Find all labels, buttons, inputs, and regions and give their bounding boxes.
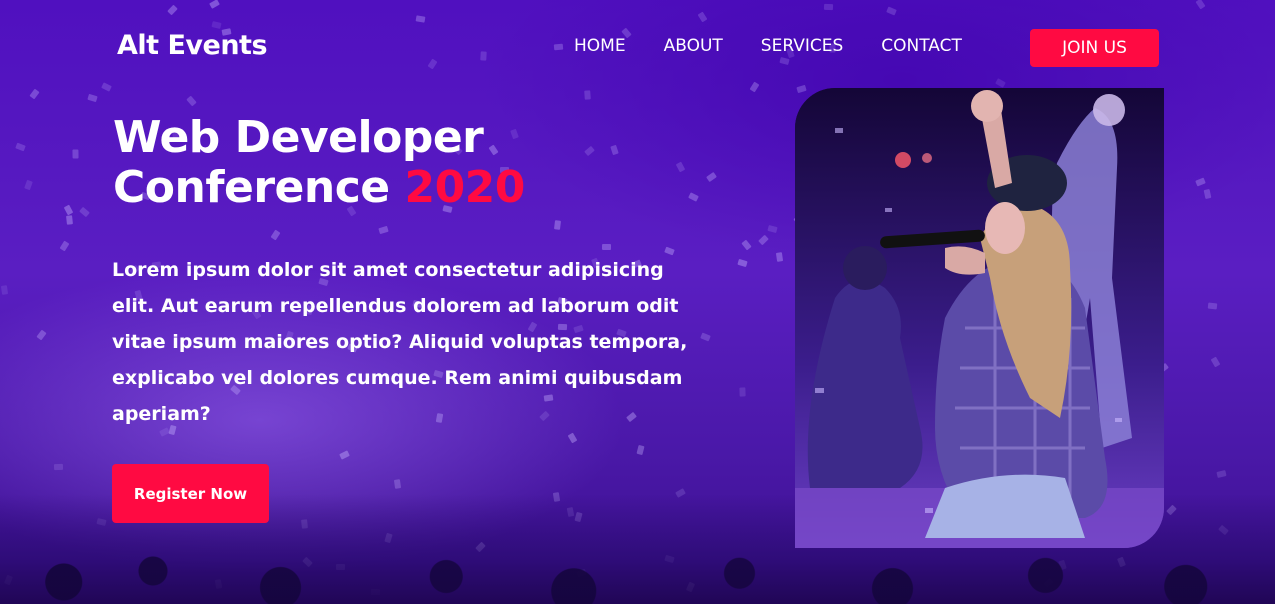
confetti-piece — [688, 192, 699, 202]
join-us-button[interactable]: JOIN US — [1030, 29, 1159, 67]
nav-link-contact[interactable]: CONTACT — [881, 36, 962, 56]
singer-photo — [795, 88, 1164, 548]
site-logo[interactable]: Alt Events — [117, 30, 268, 61]
confetti-piece — [36, 329, 47, 341]
confetti-piece — [24, 179, 33, 191]
nav-link-about[interactable]: ABOUT — [664, 36, 723, 56]
confetti-piece — [1207, 302, 1218, 310]
confetti-piece — [15, 142, 26, 152]
hero-title: Web Developer Conference 2020 — [113, 113, 633, 213]
confetti-piece — [53, 463, 64, 471]
navbar: Alt Events HOME ABOUT SERVICES CONTACT J… — [0, 0, 1275, 92]
confetti-piece — [775, 252, 784, 262]
confetti-piece — [675, 161, 686, 173]
confetti-piece — [339, 450, 350, 460]
confetti-piece — [741, 239, 752, 251]
confetti-piece — [66, 215, 73, 225]
confetti-piece — [59, 240, 70, 252]
confetti-piece — [1195, 177, 1206, 187]
confetti-piece — [636, 444, 645, 456]
confetti-piece — [1210, 356, 1221, 368]
confetti-piece — [767, 224, 778, 234]
hero-title-line1: Web Developer — [113, 112, 484, 163]
confetti-piece — [1216, 470, 1227, 478]
confetti-piece — [63, 204, 74, 216]
confetti-piece — [393, 479, 402, 489]
nav-links: HOME ABOUT SERVICES CONTACT — [574, 36, 1000, 56]
singer-photo-illustration — [795, 88, 1164, 548]
confetti-piece — [567, 432, 578, 444]
confetti-piece — [79, 206, 90, 218]
confetti-piece — [0, 285, 9, 295]
hero-title-year: 2020 — [404, 162, 525, 213]
hero-title-line2: Conference — [113, 162, 390, 213]
confetti-piece — [739, 387, 746, 397]
confetti-piece — [378, 225, 389, 235]
confetti-piece — [553, 220, 562, 230]
confetti-piece — [758, 234, 769, 246]
confetti-piece — [706, 171, 717, 183]
confetti-piece — [87, 93, 98, 103]
confetti-piece — [186, 95, 197, 107]
nav-link-home[interactable]: HOME — [574, 36, 626, 56]
nav-link-services[interactable]: SERVICES — [761, 36, 843, 56]
confetti-piece — [737, 258, 748, 268]
register-now-button[interactable]: Register Now — [112, 464, 269, 523]
confetti-piece — [72, 149, 79, 159]
confetti-piece — [1203, 188, 1212, 200]
confetti-piece — [270, 229, 281, 241]
confetti-piece — [601, 243, 612, 251]
hero-description: Lorem ipsum dolor sit amet consectetur a… — [112, 259, 688, 425]
